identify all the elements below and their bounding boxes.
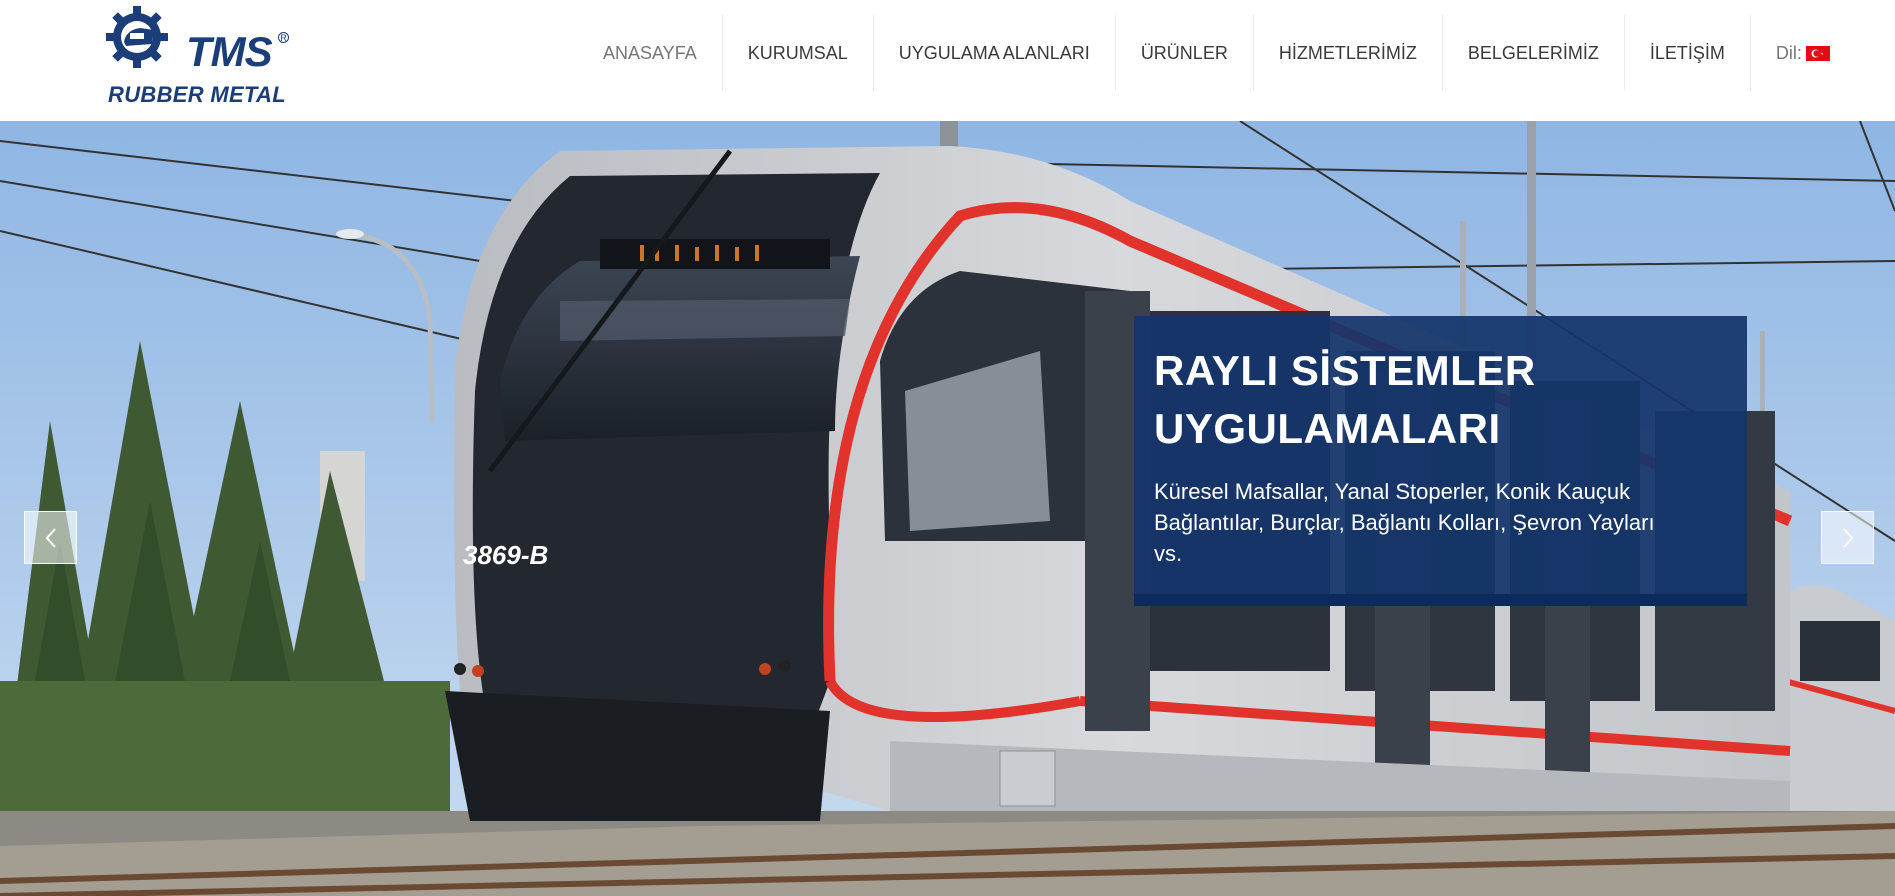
site-header: TMS R RUBBER METAL ANASAYFA KURUMSAL UYG… bbox=[0, 0, 1895, 121]
slide-description: Küresel Mafsallar, Yanal Stoperler, Koni… bbox=[1154, 479, 1655, 566]
nav-item-belgelerimiz[interactable]: BELGELERİMİZ bbox=[1443, 15, 1625, 91]
registered-mark: R bbox=[278, 32, 289, 43]
logo-tagline: RUBBER METAL bbox=[108, 82, 286, 107]
nav-item-iletisim[interactable]: İLETİŞİM bbox=[1625, 15, 1751, 91]
slider-next-button[interactable] bbox=[1821, 511, 1874, 564]
slider-prev-button[interactable] bbox=[24, 511, 77, 564]
site-logo[interactable]: TMS R RUBBER METAL bbox=[106, 6, 296, 110]
slide-title-line1: RAYLI SİSTEMLER bbox=[1154, 347, 1536, 394]
slide-title-line2: UYGULAMALARI bbox=[1154, 405, 1501, 452]
hero-slider: 3869-B RAYLI SİSTEMLER UYGULAMALARI Küre… bbox=[0, 121, 1895, 896]
language-label: Dil: bbox=[1775, 42, 1802, 63]
nav-item-anasayfa[interactable]: ANASAYFA bbox=[578, 15, 723, 91]
slide-caption: RAYLI SİSTEMLER UYGULAMALARI Küresel Maf… bbox=[1134, 316, 1747, 606]
chevron-left-icon bbox=[45, 527, 56, 548]
nav-item-uygulama-alanlari[interactable]: UYGULAMA ALANLARI bbox=[874, 15, 1116, 91]
gear-icon bbox=[106, 6, 168, 68]
nav-item-hizmetlerimiz[interactable]: HİZMETLERİMİZ bbox=[1254, 15, 1443, 91]
slide-title: RAYLI SİSTEMLER UYGULAMALARI bbox=[1154, 342, 1727, 458]
main-navigation: ANASAYFA KURUMSAL UYGULAMA ALANLARI ÜRÜN… bbox=[578, 15, 1855, 91]
logo-tms-text: TMS bbox=[186, 28, 273, 75]
tram-number: 3869-B bbox=[463, 540, 548, 570]
nav-item-kurumsal[interactable]: KURUMSAL bbox=[723, 15, 874, 91]
language-selector[interactable]: Dil: bbox=[1751, 15, 1855, 91]
nav-item-urunler[interactable]: ÜRÜNLER bbox=[1116, 15, 1254, 91]
turkey-flag-icon bbox=[1805, 45, 1830, 61]
chevron-right-icon bbox=[1842, 527, 1853, 548]
